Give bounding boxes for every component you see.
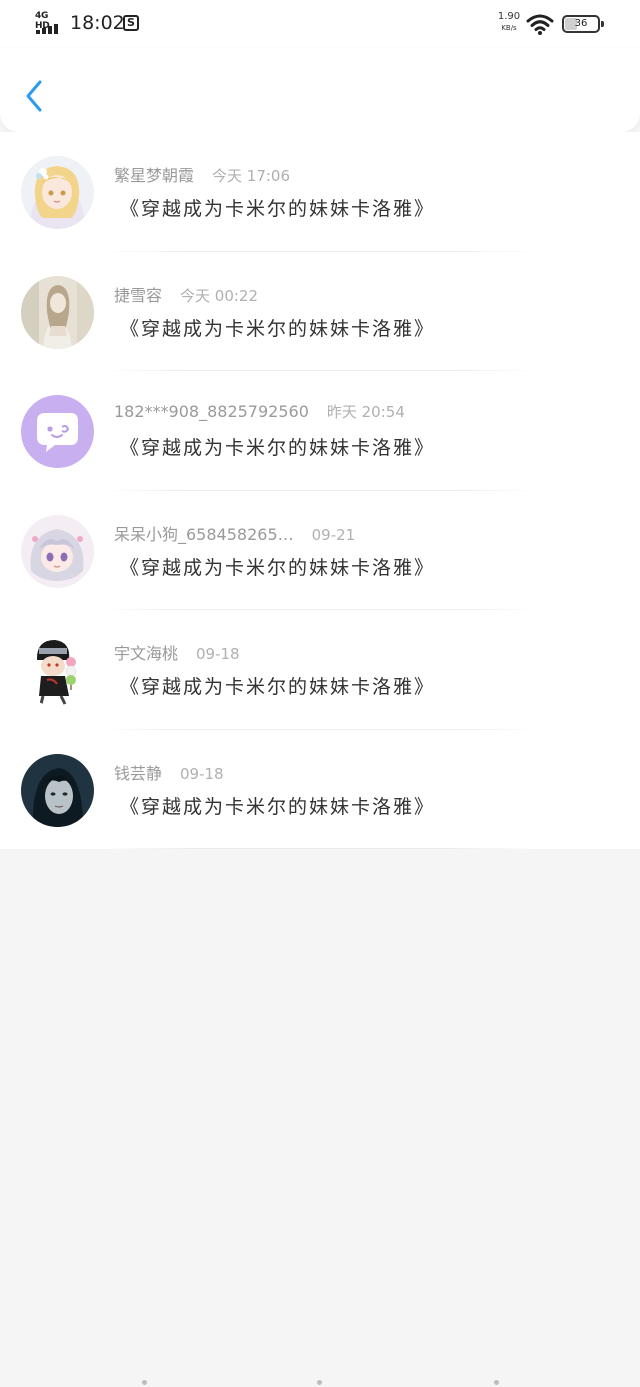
message-time: 昨天 20:54 <box>326 403 405 421</box>
message-time: 09-21 <box>311 525 356 544</box>
message-text: 《穿越成为卡米尔的妹妹卡洛雅》 <box>120 676 436 698</box>
message-text: 《穿越成为卡米尔的妹妹卡洛雅》 <box>120 795 436 818</box>
message-row[interactable]: 182***908_8825792560 昨天 20:54 《穿越成为卡米尔的妹妹… <box>0 371 640 491</box>
battery-level: 36 <box>574 18 588 29</box>
anime-girl-silver-avatar[interactable] <box>21 514 94 588</box>
dark-portrait-avatar[interactable] <box>21 753 94 827</box>
nav-dot[interactable] <box>494 1380 499 1385</box>
nav-dot[interactable] <box>317 1380 322 1385</box>
cellular-signal-icon: 4G HD <box>34 11 62 35</box>
row-divider <box>100 848 540 849</box>
message-meta: 呆呆小狗_658458265… 09-21 <box>114 521 355 545</box>
message-row[interactable]: 繁星梦朝霞 今天 17:06 《穿越成为卡米尔的妹妹卡洛雅》 <box>0 132 640 252</box>
header-bar <box>0 48 640 132</box>
message-time: 09-18 <box>180 764 224 783</box>
network-speed-value: 1.90 <box>497 11 521 22</box>
message-text: 《穿越成为卡米尔的妹妹卡洛雅》 <box>120 317 436 340</box>
status-time: 18:02 <box>70 12 125 34</box>
sender-name: 宇文海桃 <box>114 644 179 663</box>
message-time: 今天 00:22 <box>180 286 259 305</box>
message-row[interactable]: 呆呆小狗_658458265… 09-21 《穿越成为卡米尔的妹妹卡洛雅》 <box>0 491 640 610</box>
battery-icon: 36 <box>562 15 604 33</box>
status-bar: 4G HD 18:02 S 1.90 KB/s 36 <box>0 0 640 48</box>
nav-dot[interactable] <box>142 1380 147 1385</box>
message-meta: 182***908_8825792560 昨天 20:54 <box>114 401 405 422</box>
message-text: 《穿越成为卡米尔的妹妹卡洛雅》 <box>120 198 436 220</box>
gesture-nav-bar <box>0 1380 640 1387</box>
wifi-icon <box>526 14 554 35</box>
message-time: 09-18 <box>196 645 240 663</box>
message-row[interactable]: 钱芸静 09-18 《穿越成为卡米尔的妹妹卡洛雅》 <box>0 730 640 849</box>
back-button[interactable] <box>18 76 50 116</box>
sender-name: 捷雪容 <box>114 285 163 305</box>
chat-bubble-avatar[interactable] <box>21 395 94 468</box>
message-list: 繁星梦朝霞 今天 17:06 《穿越成为卡米尔的妹妹卡洛雅》 捷雪容 今天 00:2… <box>0 132 640 849</box>
message-text: 《穿越成为卡米尔的妹妹卡洛雅》 <box>120 556 436 579</box>
sender-name: 182***908_8825792560 <box>114 402 309 421</box>
message-time: 今天 17:06 <box>212 167 291 185</box>
sender-name: 繁星梦朝霞 <box>114 166 195 185</box>
sender-name: 钱芸静 <box>114 763 163 783</box>
message-row[interactable]: 捷雪容 今天 00:22 《穿越成为卡米尔的妹妹卡洛雅》 <box>0 252 640 371</box>
message-text: 《穿越成为卡米尔的妹妹卡洛雅》 <box>120 437 436 459</box>
s-box-icon: S <box>123 15 139 31</box>
message-meta: 钱芸静 09-18 <box>114 760 224 784</box>
chibi-ninja-avatar[interactable] <box>21 634 94 707</box>
message-row[interactable]: 宇文海桃 09-18 《穿越成为卡米尔的妹妹卡洛雅》 <box>0 610 640 730</box>
sender-name: 呆呆小狗_658458265… <box>114 524 294 544</box>
message-meta: 宇文海桃 09-18 <box>114 640 240 664</box>
network-speed-unit: KB/s <box>501 24 517 32</box>
network-speed: 1.90 KB/s <box>497 11 521 33</box>
message-meta: 繁星梦朝霞 今天 17:06 <box>114 162 290 186</box>
message-meta: 捷雪容 今天 00:22 <box>114 282 258 306</box>
anime-girl-blonde-avatar[interactable] <box>21 156 94 229</box>
doll-photo-avatar[interactable] <box>21 275 94 349</box>
